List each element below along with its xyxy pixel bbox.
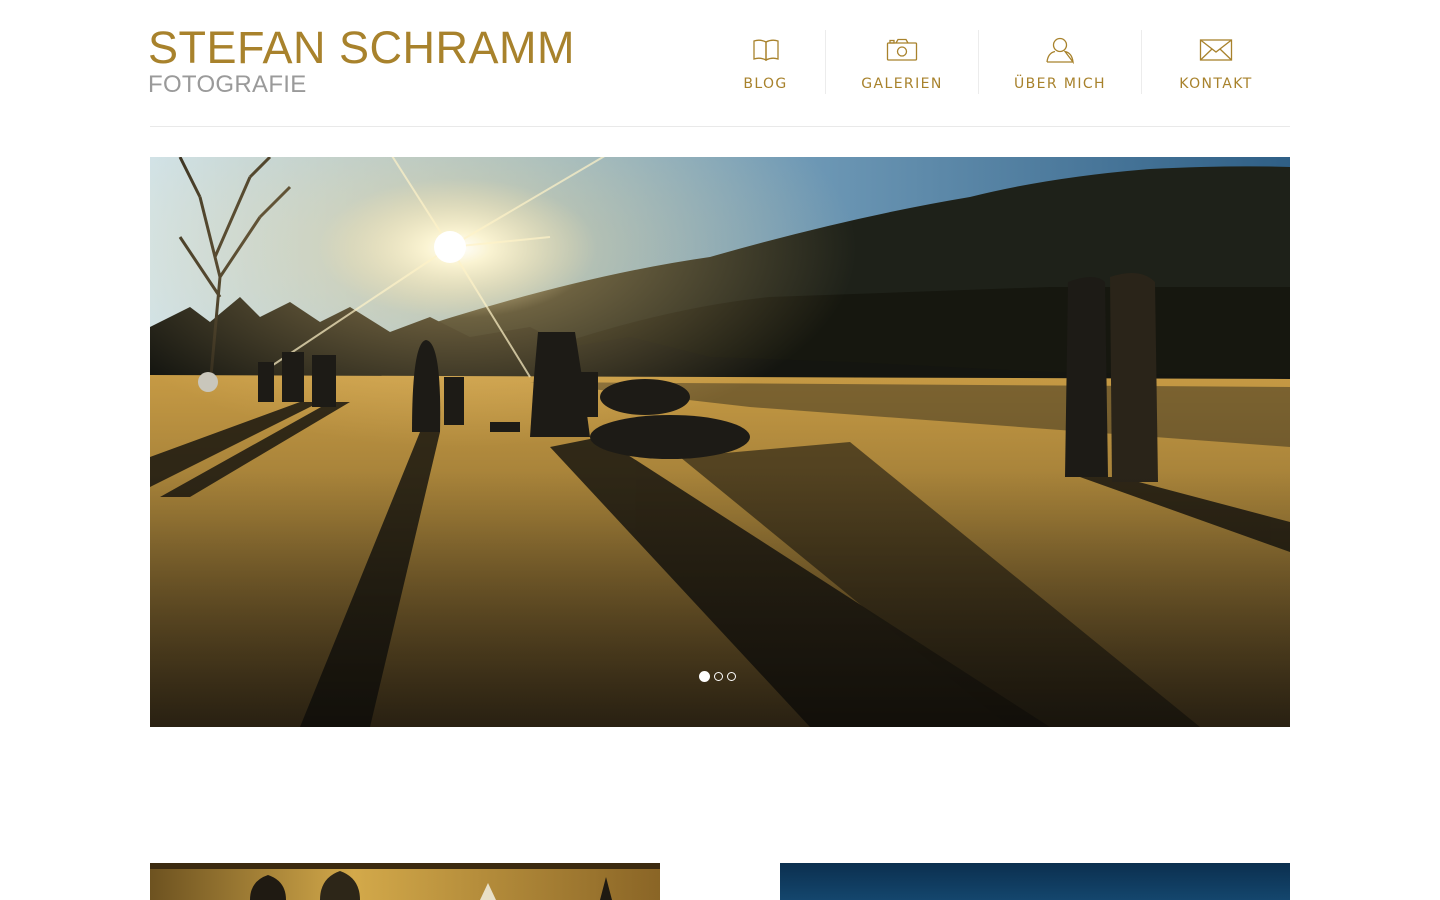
main-navigation: BLOG GALERIEN ÜBER MICH KONTAKT [706, 30, 1290, 94]
gallery-thumbnail[interactable] [780, 863, 1290, 900]
nav-label-galerien: GALERIEN [861, 76, 943, 92]
slider-pagination [699, 671, 736, 682]
logo-title: STEFAN SCHRAMM [148, 22, 576, 73]
nav-item-galerien[interactable]: GALERIEN [825, 30, 978, 94]
nav-label-kontakt: KONTAKT [1179, 76, 1253, 92]
slider-dot-3[interactable] [727, 672, 736, 681]
site-logo[interactable]: STEFAN SCHRAMM FOTOGRAFIE [148, 24, 575, 98]
hero-slider[interactable] [150, 157, 1290, 727]
nav-label-blog: BLOG [743, 76, 788, 92]
nav-item-kontakt[interactable]: KONTAKT [1141, 30, 1290, 94]
nav-item-ueber-mich[interactable]: ÜBER MICH [978, 30, 1141, 94]
book-icon [752, 33, 780, 67]
slider-dot-1[interactable] [699, 671, 710, 682]
gallery-thumbnail[interactable] [150, 863, 660, 900]
hero-image [150, 157, 1290, 727]
header-divider [150, 126, 1290, 127]
nav-item-blog[interactable]: BLOG [706, 30, 825, 94]
user-icon [1045, 33, 1075, 67]
slider-dot-2[interactable] [714, 672, 723, 681]
thumbnail-image [150, 863, 660, 900]
camera-icon [886, 33, 918, 67]
logo-subtitle: FOTOGRAFIE [148, 71, 307, 98]
envelope-icon [1199, 33, 1233, 67]
nav-label-ueber-mich: ÜBER MICH [1014, 76, 1106, 92]
